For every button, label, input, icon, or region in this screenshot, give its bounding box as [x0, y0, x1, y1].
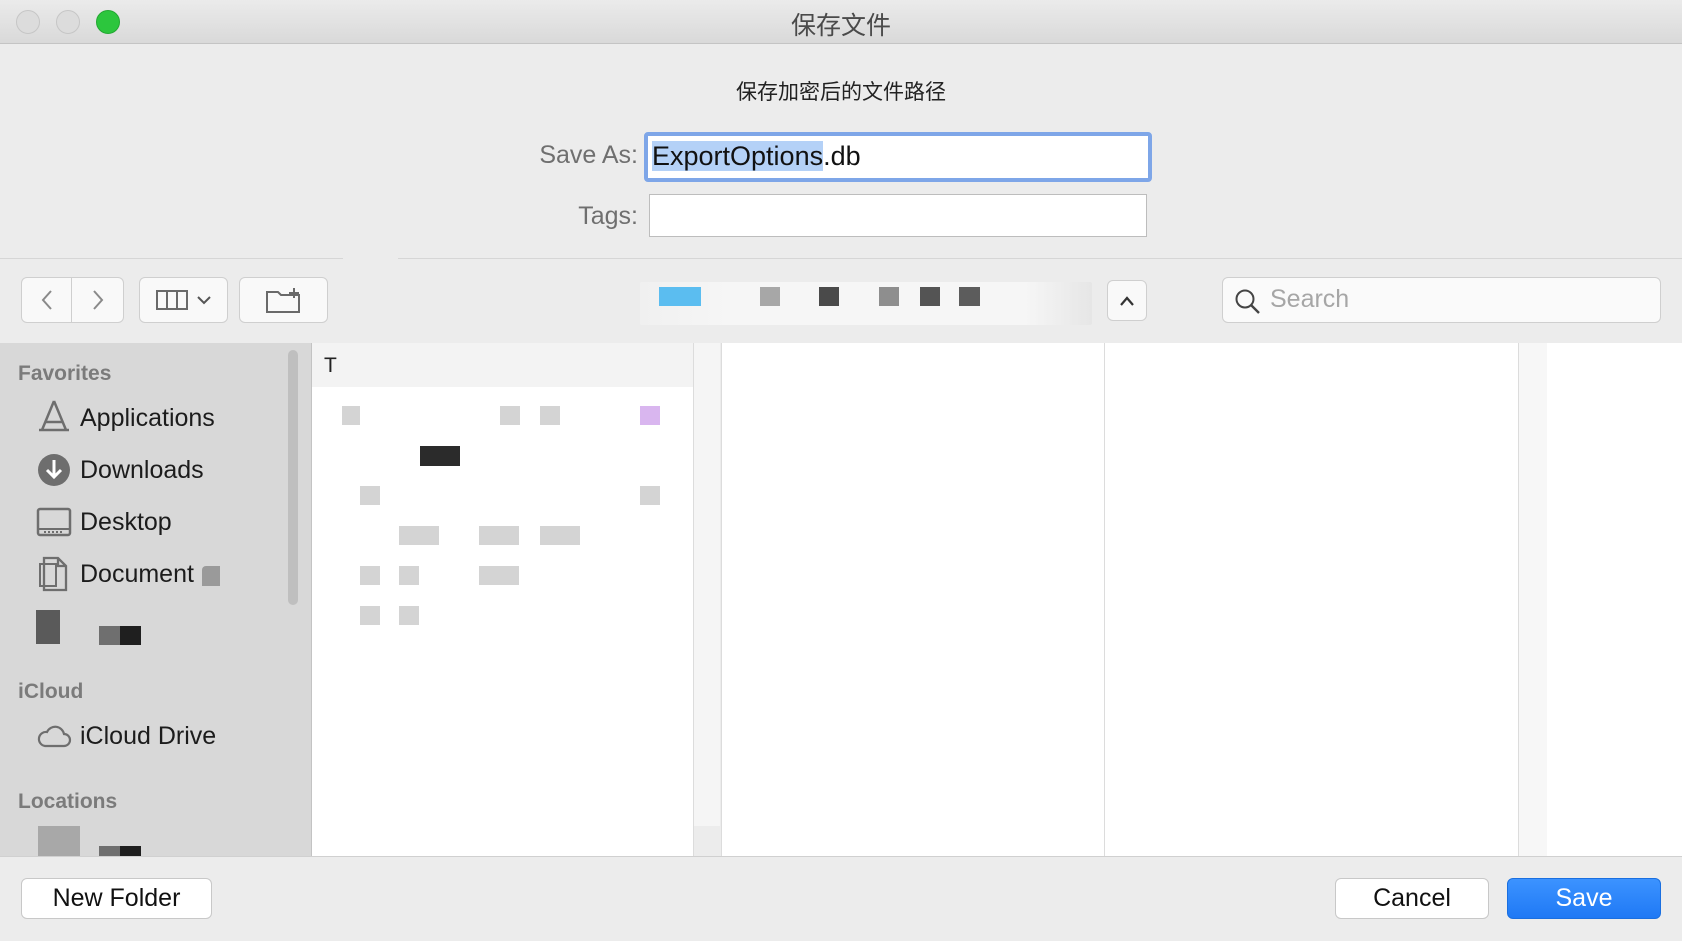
window-title: 保存文件 [790, 12, 891, 40]
redacted-block [540, 526, 580, 545]
dialog-message: 保存加密后的文件路径 [736, 81, 946, 104]
save-as-extension: .db [823, 141, 861, 171]
chevron-up-icon [1120, 295, 1134, 306]
applications-icon [39, 400, 69, 432]
sidebar-item-applications[interactable]: Applications [80, 404, 215, 433]
redacted-block [920, 287, 940, 306]
redacted-block [540, 406, 560, 425]
redacted-block [420, 446, 460, 466]
sidebar-item-icloud-drive[interactable]: iCloud Drive [80, 722, 216, 751]
redacted-block [760, 287, 780, 306]
redacted-block [500, 406, 520, 425]
redacted-block [479, 526, 519, 545]
desktop-icon [36, 507, 72, 537]
redacted-block [640, 486, 660, 505]
collapse-button[interactable] [1107, 280, 1147, 321]
redacted-block [360, 606, 380, 625]
locations-header: Locations [18, 790, 118, 813]
new-folder-toolbar-button[interactable] [239, 277, 328, 323]
new-folder-icon [265, 288, 300, 313]
chevron-left-icon [41, 290, 52, 310]
redacted-block [399, 606, 419, 625]
forward-button[interactable] [72, 277, 124, 323]
favorites-header: Favorites [18, 362, 112, 385]
save-button[interactable]: Save [1507, 878, 1661, 919]
browser-column[interactable] [1547, 343, 1682, 856]
cloud-icon [37, 725, 72, 748]
path-folder-icon [659, 287, 701, 306]
sidebar-scrollbar[interactable] [288, 350, 298, 605]
redacted-block [479, 566, 519, 585]
search-icon [1235, 289, 1260, 314]
view-mode-button[interactable] [139, 277, 228, 323]
redacted-block [959, 287, 980, 306]
redacted-block [360, 486, 380, 505]
columns-view-icon [155, 290, 188, 310]
sidebar-item-desktop[interactable]: Desktop [80, 508, 172, 537]
downloads-icon [38, 454, 70, 486]
cancel-button[interactable]: Cancel [1335, 878, 1489, 919]
column-header [312, 343, 693, 387]
tags-field[interactable] [649, 194, 1147, 237]
save-as-label: Save As: [539, 141, 638, 169]
chevron-right-icon [92, 290, 103, 310]
browser-column[interactable] [721, 343, 1104, 856]
redacted-block [99, 626, 141, 645]
icloud-header: iCloud [18, 680, 84, 703]
redacted-block [399, 526, 439, 545]
redacted-block [879, 287, 899, 306]
column-header-label: T [324, 354, 337, 377]
new-folder-button[interactable]: New Folder [21, 878, 212, 919]
tags-label: Tags: [578, 202, 638, 230]
column-divider[interactable] [694, 343, 720, 826]
documents-icon [39, 556, 68, 592]
redacted-icon [36, 610, 60, 644]
back-button[interactable] [21, 277, 72, 323]
redacted-block [399, 566, 419, 585]
browser-column[interactable] [1518, 343, 1547, 856]
browser-column[interactable] [1104, 343, 1518, 856]
redacted-block [360, 566, 380, 585]
save-as-field[interactable]: ExportOptions.db [644, 132, 1152, 182]
redacted-block [202, 566, 220, 586]
search-input[interactable]: Search [1270, 285, 1349, 314]
sidebar-item-documents[interactable]: Document [80, 560, 194, 589]
save-as-selected-text: ExportOptions [652, 141, 824, 171]
redacted-block [640, 406, 660, 425]
divider [398, 258, 1682, 259]
redacted-block [342, 406, 360, 425]
chevron-down-icon [196, 296, 211, 305]
divider [0, 258, 343, 259]
path-popup[interactable] [640, 282, 1092, 325]
redacted-icon [38, 826, 80, 856]
sidebar-item-downloads[interactable]: Downloads [80, 456, 204, 485]
redacted-block [819, 287, 839, 306]
